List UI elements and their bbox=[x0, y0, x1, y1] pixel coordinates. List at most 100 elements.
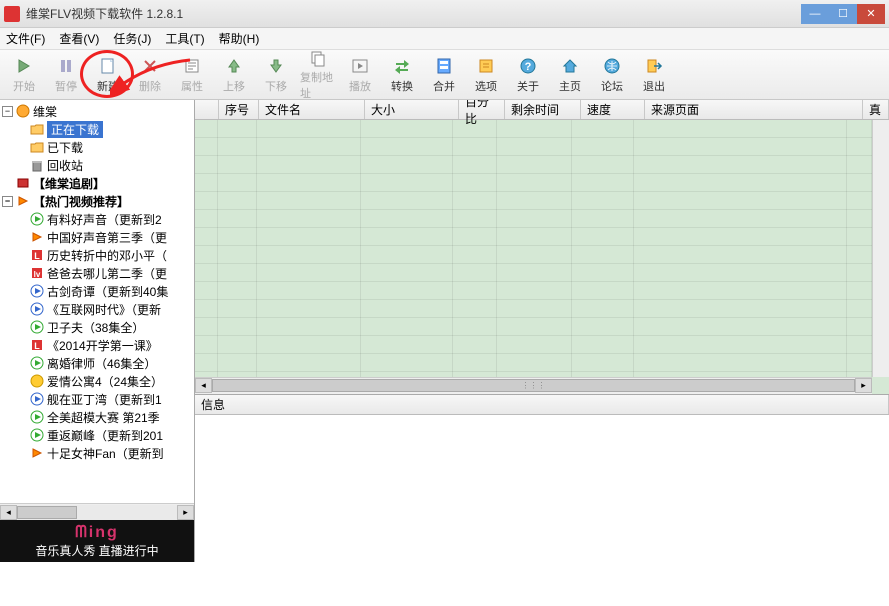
video-icon bbox=[30, 230, 44, 244]
tree-video-item[interactable]: 中国好声音第三季（更 bbox=[0, 228, 194, 246]
video-icon bbox=[30, 356, 44, 370]
right-pane: 序号文件名大小百分比剩余时间速度来源页面真 ◂ ⋮⋮⋮ ▸ 信息 bbox=[195, 100, 889, 562]
tree-video-item[interactable]: L 《2014开学第一课》 bbox=[0, 336, 194, 354]
tree-video-item[interactable]: 离婚律师（46集全） bbox=[0, 354, 194, 372]
tree-label: 全美超模大赛 第21季 bbox=[47, 409, 160, 426]
toolbar-home-button[interactable]: 主页 bbox=[552, 52, 588, 98]
tree-video-item[interactable]: L历史转折中的邓小平（ bbox=[0, 246, 194, 264]
toolbar-label: 关于 bbox=[517, 78, 539, 94]
movedown-icon bbox=[266, 56, 286, 76]
tree-video-item[interactable]: 全美超模大赛 第21季 bbox=[0, 408, 194, 426]
tree-drama[interactable]: 【维棠追剧】 bbox=[0, 174, 194, 192]
maximize-button[interactable]: ☐ bbox=[829, 4, 857, 24]
toolbar-props-button[interactable]: 属性 bbox=[174, 52, 210, 98]
tree-video-item[interactable]: 《互联网时代》（更新 bbox=[0, 300, 194, 318]
tree-label: 爸爸去哪儿第二季（更 bbox=[47, 265, 167, 282]
scroll-thumb[interactable] bbox=[17, 506, 77, 519]
toolbar-start-button[interactable]: 开始 bbox=[6, 52, 42, 98]
tree-recycle[interactable]: 回收站 bbox=[0, 156, 194, 174]
tree-downloading[interactable]: 正在下载 bbox=[0, 120, 194, 138]
tree-downloaded[interactable]: 已下载 bbox=[0, 138, 194, 156]
menu-file[interactable]: 文件(F) bbox=[6, 30, 45, 47]
sidebar: −维棠正在下载已下载回收站【维棠追剧】 − 【热门视频推荐】有料好声音（更新到2中国… bbox=[0, 100, 195, 562]
tree-video-item[interactable]: 卫子夫（38集全） bbox=[0, 318, 194, 336]
folder-icon bbox=[30, 140, 44, 154]
info-body bbox=[195, 415, 889, 561]
menu-view[interactable]: 查看(V) bbox=[59, 30, 99, 47]
tree-label: 【热门视频推荐】 bbox=[33, 193, 129, 210]
tree-video-item[interactable]: 重返巅峰（更新到201 bbox=[0, 426, 194, 444]
svg-text:L: L bbox=[34, 341, 40, 351]
scroll-right-icon[interactable]: ▸ bbox=[177, 505, 194, 520]
scroll-left-icon[interactable]: ◂ bbox=[195, 378, 212, 393]
titlebar: 维棠FLV视频下载软件 1.2.8.1 — ☐ ✕ bbox=[0, 0, 889, 28]
toolbar-merge-button[interactable]: 合并 bbox=[426, 52, 462, 98]
close-button[interactable]: ✕ bbox=[857, 4, 885, 24]
table-vscroll[interactable] bbox=[872, 120, 889, 377]
scroll-thumb[interactable]: ⋮⋮⋮ bbox=[212, 379, 855, 392]
tree-video-item[interactable]: 舰在亚丁湾（更新到1 bbox=[0, 390, 194, 408]
column-header[interactable]: 来源页面 bbox=[645, 100, 863, 119]
window-title: 维棠FLV视频下载软件 1.2.8.1 bbox=[26, 5, 801, 22]
scroll-right-icon[interactable]: ▸ bbox=[855, 378, 872, 393]
minimize-button[interactable]: — bbox=[801, 4, 829, 24]
convert-icon bbox=[392, 56, 412, 76]
toolbar-label: 主页 bbox=[559, 78, 581, 94]
column-header[interactable]: 速度 bbox=[581, 100, 645, 119]
toolbar-convert-button[interactable]: 转换 bbox=[384, 52, 420, 98]
toolbar-pause-button[interactable]: 暂停 bbox=[48, 52, 84, 98]
menu-tools[interactable]: 工具(T) bbox=[165, 30, 204, 47]
tree-hot[interactable]: − 【热门视频推荐】 bbox=[0, 192, 194, 210]
tree-label: 古剑奇谭（更新到40集 bbox=[47, 283, 168, 300]
info-header: 信息 bbox=[195, 395, 889, 415]
tree-label: 爱情公寓4（24集全） bbox=[47, 373, 163, 390]
forum-icon bbox=[602, 56, 622, 76]
column-header[interactable]: 序号 bbox=[219, 100, 259, 119]
scroll-left-icon[interactable]: ◂ bbox=[0, 505, 17, 520]
tree-view[interactable]: −维棠正在下载已下载回收站【维棠追剧】 − 【热门视频推荐】有料好声音（更新到2中国… bbox=[0, 100, 194, 503]
tree-video-item[interactable]: 有料好声音（更新到2 bbox=[0, 210, 194, 228]
video-icon bbox=[30, 374, 44, 388]
video-icon: L bbox=[30, 248, 44, 262]
menu-help[interactable]: 帮助(H) bbox=[219, 30, 260, 47]
tree-video-item[interactable]: 爱情公寓4（24集全） bbox=[0, 372, 194, 390]
tree-video-item[interactable]: lv爸爸去哪儿第二季（更 bbox=[0, 264, 194, 282]
toolbar-forum-button[interactable]: 论坛 bbox=[594, 52, 630, 98]
toolbar-label: 暂停 bbox=[55, 78, 77, 94]
toolbar-about-button[interactable]: ? 关于 bbox=[510, 52, 546, 98]
tree-video-item[interactable]: 十足女神Fan（更新到 bbox=[0, 444, 194, 462]
ad-banner[interactable]: ᗰing 音乐真人秀 直播进行中 bbox=[0, 520, 194, 562]
toolbar-delete-button[interactable]: 删除 bbox=[132, 52, 168, 98]
download-table[interactable]: 序号文件名大小百分比剩余时间速度来源页面真 ◂ ⋮⋮⋮ ▸ bbox=[195, 100, 889, 394]
toolbar-moveup-button[interactable]: 上移 bbox=[216, 52, 252, 98]
column-header[interactable]: 真 bbox=[863, 100, 889, 119]
column-header[interactable]: 百分比 bbox=[459, 100, 505, 119]
tree-toggle-icon[interactable]: − bbox=[2, 196, 13, 207]
tree-label: 有料好声音（更新到2 bbox=[47, 211, 162, 228]
tree-label: 《2014开学第一课》 bbox=[47, 337, 158, 354]
column-header[interactable] bbox=[195, 100, 219, 119]
column-header[interactable]: 剩余时间 bbox=[505, 100, 581, 119]
tree-video-item[interactable]: 古剑奇谭（更新到40集 bbox=[0, 282, 194, 300]
main-area: −维棠正在下载已下载回收站【维棠追剧】 − 【热门视频推荐】有料好声音（更新到2中国… bbox=[0, 100, 889, 562]
toolbar-copyaddr-button[interactable]: 复制地址 bbox=[300, 52, 336, 98]
table-hscroll[interactable]: ◂ ⋮⋮⋮ ▸ bbox=[195, 377, 872, 394]
toolbar-options-button[interactable]: 选项 bbox=[468, 52, 504, 98]
table-body[interactable] bbox=[195, 120, 872, 377]
new-icon bbox=[98, 56, 118, 76]
sidebar-hscroll[interactable]: ◂ ▸ bbox=[0, 503, 194, 520]
toolbar-new-button[interactable]: 新建 bbox=[90, 52, 126, 98]
video-icon: L bbox=[30, 338, 44, 352]
toolbar-label: 合并 bbox=[433, 78, 455, 94]
menu-task[interactable]: 任务(J) bbox=[113, 30, 151, 47]
tree-label: 重返巅峰（更新到201 bbox=[47, 427, 163, 444]
tree-root[interactable]: −维棠 bbox=[0, 102, 194, 120]
toolbar-exit-button[interactable]: 退出 bbox=[636, 52, 672, 98]
column-header[interactable]: 文件名 bbox=[259, 100, 365, 119]
toolbar-movedown-button[interactable]: 下移 bbox=[258, 52, 294, 98]
toolbar-play-button[interactable]: 播放 bbox=[342, 52, 378, 98]
column-header[interactable]: 大小 bbox=[365, 100, 459, 119]
tree-toggle-icon[interactable]: − bbox=[2, 106, 13, 117]
svg-text:?: ? bbox=[525, 61, 532, 73]
video-icon bbox=[30, 302, 44, 316]
